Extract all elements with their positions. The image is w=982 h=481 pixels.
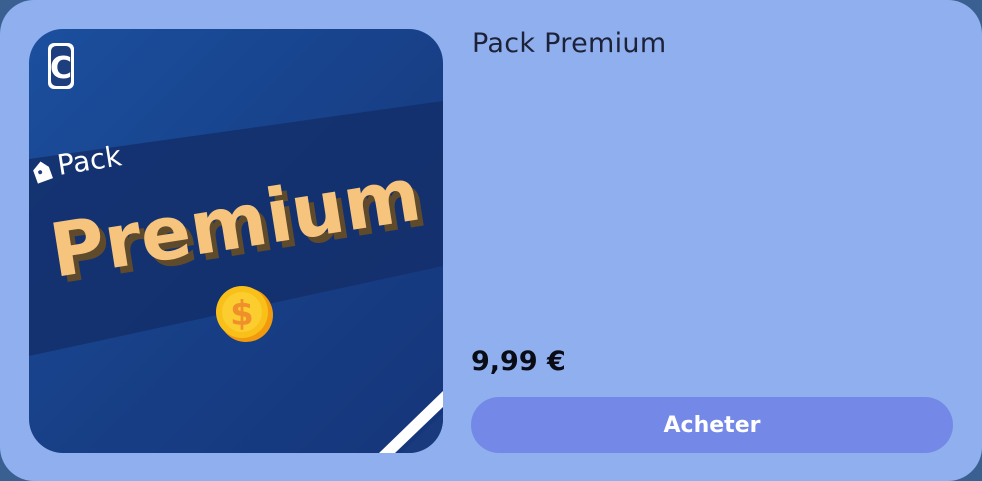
product-title: Pack Premium: [472, 28, 667, 59]
logo-icon: C: [48, 43, 74, 89]
pack-premium-artwork: C Pack Premium Premium $: [29, 43, 443, 453]
coin-symbol: $: [230, 294, 254, 334]
product-price: 9,99 €: [471, 346, 566, 377]
buy-button[interactable]: Acheter: [471, 397, 953, 453]
logo-letter: C: [50, 51, 72, 86]
product-card: C Pack Premium Premium $ Pack Premium 9,…: [0, 0, 982, 481]
product-thumbnail: C Pack Premium Premium $: [29, 29, 443, 453]
